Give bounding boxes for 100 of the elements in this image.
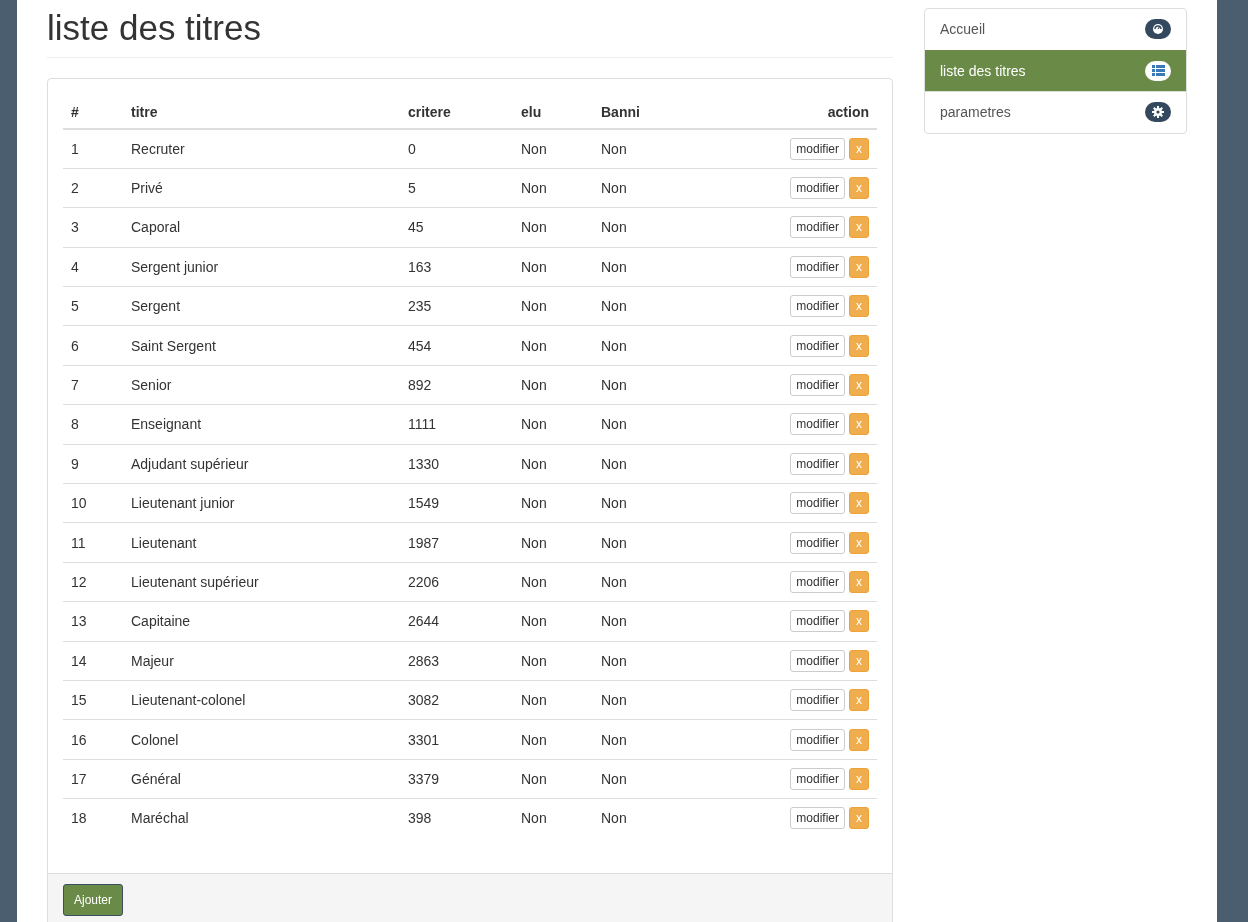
elected-cell: Non	[513, 522, 593, 563]
column-header: #	[63, 93, 123, 129]
row-number: 12	[63, 562, 123, 602]
column-header: titre	[123, 93, 400, 129]
title-cell: Capitaine	[123, 601, 400, 642]
title-cell: Majeur	[123, 641, 400, 681]
column-header: critere	[400, 93, 513, 129]
elected-cell: Non	[513, 798, 593, 838]
criteria-cell: 1330	[400, 444, 513, 484]
row-number: 1	[63, 128, 123, 169]
page-title: liste des titres	[47, 0, 893, 58]
title-cell: Sergent	[123, 286, 400, 326]
row-number: 6	[63, 325, 123, 366]
edit-button[interactable]: modifier	[790, 216, 845, 239]
title-cell: Saint Sergent	[123, 325, 400, 366]
edit-button[interactable]: modifier	[790, 177, 845, 200]
row-number: 15	[63, 680, 123, 720]
row-number: 16	[63, 719, 123, 760]
criteria-cell: 163	[400, 247, 513, 287]
criteria-cell: 1111	[400, 404, 513, 445]
elected-cell: Non	[513, 641, 593, 681]
criteria-cell: 2644	[400, 601, 513, 642]
banned-cell: Non	[593, 365, 698, 405]
title-cell: Colonel	[123, 719, 400, 760]
criteria-cell: 1987	[400, 522, 513, 563]
edit-button[interactable]: modifier	[790, 374, 845, 397]
title-cell: Lieutenant supérieur	[123, 562, 400, 602]
title-cell: Recruter	[123, 128, 400, 169]
banned-cell: Non	[593, 798, 698, 838]
elected-cell: Non	[513, 207, 593, 248]
banned-cell: Non	[593, 719, 698, 760]
banned-cell: Non	[593, 325, 698, 366]
edit-button[interactable]: modifier	[790, 649, 845, 672]
banned-cell: Non	[593, 601, 698, 642]
title-cell: Lieutenant	[123, 522, 400, 563]
edit-button[interactable]: modifier	[790, 334, 845, 357]
elected-cell: Non	[513, 601, 593, 642]
banned-cell: Non	[593, 562, 698, 602]
criteria-cell: 454	[400, 325, 513, 366]
elected-cell: Non	[513, 404, 593, 445]
row-number: 11	[63, 522, 123, 563]
edit-button[interactable]: modifier	[790, 255, 845, 278]
banned-cell: Non	[593, 522, 698, 563]
edit-button[interactable]: modifier	[790, 610, 845, 633]
row-number: 2	[63, 168, 123, 208]
elected-cell: Non	[513, 128, 593, 169]
edit-button[interactable]: modifier	[790, 689, 845, 712]
edit-button[interactable]: modifier	[790, 413, 845, 436]
banned-cell: Non	[593, 444, 698, 484]
title-cell: Général	[123, 759, 400, 799]
banned-cell: Non	[593, 247, 698, 287]
criteria-cell: 3301	[400, 719, 513, 760]
sidebar-item[interactable]: Accueil	[925, 9, 1186, 50]
elected-cell: Non	[513, 365, 593, 405]
row-number: 13	[63, 601, 123, 642]
title-cell: Sergent junior	[123, 247, 400, 287]
edit-button[interactable]: modifier	[790, 492, 845, 515]
elected-cell: Non	[513, 286, 593, 326]
row-number: 7	[63, 365, 123, 405]
elected-cell: Non	[513, 680, 593, 720]
title-cell: Maréchal	[123, 798, 400, 838]
criteria-cell: 45	[400, 207, 513, 248]
sidebar-item[interactable]: parametres	[925, 91, 1186, 133]
banned-cell: Non	[593, 641, 698, 681]
column-header: elu	[513, 93, 593, 129]
elected-cell: Non	[513, 483, 593, 523]
add-button[interactable]: Ajouter	[63, 883, 124, 916]
row-number: 14	[63, 641, 123, 681]
row-number: 8	[63, 404, 123, 445]
elected-cell: Non	[513, 719, 593, 760]
sidebar-item[interactable]: liste des titres	[925, 49, 1186, 91]
criteria-cell: 3082	[400, 680, 513, 720]
edit-button[interactable]: modifier	[790, 767, 845, 790]
edit-button[interactable]: modifier	[790, 295, 845, 318]
edit-button[interactable]: modifier	[790, 137, 845, 160]
criteria-cell: 235	[400, 286, 513, 326]
elected-cell: Non	[513, 168, 593, 208]
edit-button[interactable]: modifier	[790, 728, 845, 751]
criteria-cell: 1549	[400, 483, 513, 523]
banned-cell: Non	[593, 404, 698, 445]
column-header: Banni	[593, 93, 698, 129]
row-number: 5	[63, 286, 123, 326]
edit-button[interactable]: modifier	[790, 807, 845, 830]
edit-button[interactable]: modifier	[790, 531, 845, 554]
column-header: action	[697, 93, 877, 129]
criteria-cell: 398	[400, 798, 513, 838]
criteria-cell: 3379	[400, 759, 513, 799]
banned-cell: Non	[593, 286, 698, 326]
edit-button[interactable]: modifier	[790, 452, 845, 475]
elected-cell: Non	[513, 759, 593, 799]
dashboard-icon	[1145, 19, 1171, 40]
edit-button[interactable]: modifier	[790, 571, 845, 593]
criteria-cell: 2206	[400, 562, 513, 602]
title-cell: Lieutenant junior	[123, 483, 400, 523]
banned-cell: Non	[593, 207, 698, 248]
title-cell: Lieutenant-colonel	[123, 680, 400, 720]
title-cell: Caporal	[123, 207, 400, 248]
elected-cell: Non	[513, 325, 593, 366]
banned-cell: Non	[593, 483, 698, 523]
list-icon	[1145, 60, 1171, 81]
